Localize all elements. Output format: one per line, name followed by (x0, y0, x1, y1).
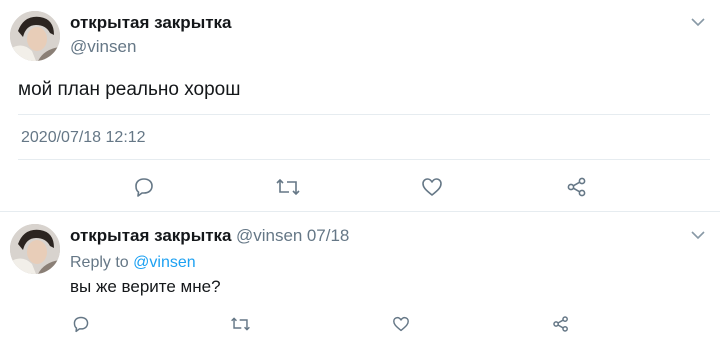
reply-icon[interactable] (133, 176, 155, 198)
retweet-icon[interactable] (275, 176, 301, 198)
divider (18, 114, 710, 115)
reply-to-handle-link[interactable]: @vinsen (133, 254, 196, 271)
like-icon[interactable] (421, 177, 443, 197)
like-icon[interactable] (392, 316, 410, 332)
author-handle[interactable]: @vinsen (236, 226, 302, 245)
author-name[interactable]: открытая закрытка (70, 226, 232, 245)
author-name[interactable]: открытая закрытка (70, 13, 232, 33)
reply-header: открытая закрытка @vinsen 07/18 (70, 226, 349, 246)
tweet-date[interactable]: 07/18 (307, 226, 350, 245)
chevron-down-icon[interactable] (690, 229, 706, 241)
share-icon[interactable] (566, 176, 588, 198)
reply-to-line: Reply to @vinsen (70, 254, 196, 272)
reply-to-label: Reply to (70, 254, 129, 271)
avatar-image (10, 224, 60, 274)
tweet-timestamp[interactable]: 2020/07/18 12:12 (21, 129, 146, 147)
author-handle[interactable]: @vinsen (70, 37, 136, 57)
tweet-separator (0, 211, 720, 212)
avatar-image (10, 11, 60, 61)
chevron-down-icon[interactable] (690, 16, 706, 28)
retweet-icon[interactable] (230, 315, 251, 333)
reply-icon[interactable] (72, 315, 90, 333)
reply-text: вы же верите мне? (70, 277, 221, 296)
avatar[interactable] (10, 224, 60, 274)
tweet-text: мой план реально хорош (18, 79, 241, 100)
share-icon[interactable] (552, 315, 570, 333)
divider (18, 159, 710, 160)
avatar[interactable] (10, 11, 60, 61)
